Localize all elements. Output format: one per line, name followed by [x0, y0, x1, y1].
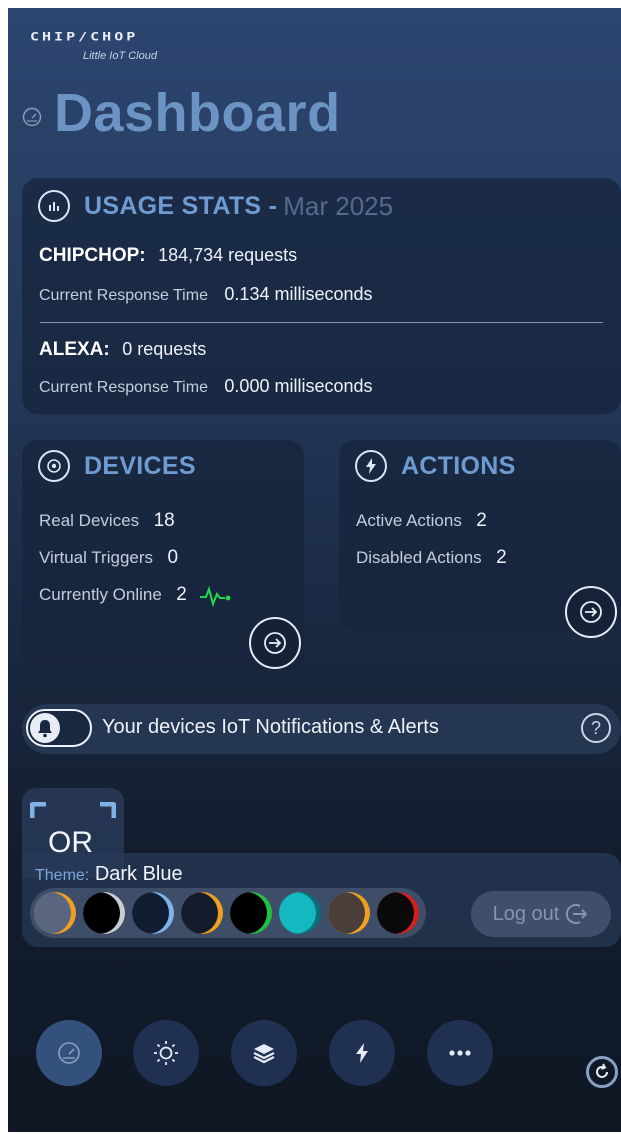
theme-swatch-base — [181, 892, 218, 934]
notifications-label: Your devices IoT Notifications & Alerts — [102, 716, 439, 738]
dashboard-gauge-icon — [58, 1042, 80, 1064]
chipchop-requests-value: 184,734 requests — [158, 245, 298, 265]
theme-swatch-base — [83, 892, 120, 934]
theme-swatch-navy-lightblue[interactable] — [132, 892, 174, 934]
notifications-bar: Your devices IoT Notifications & Alerts … — [22, 704, 621, 754]
active-actions-row: Active Actions 2 — [356, 510, 487, 532]
nav-dashboard-button[interactable] — [36, 1020, 102, 1086]
bell-icon — [30, 713, 60, 743]
nav-layers-button[interactable] — [231, 1020, 297, 1086]
disabled-actions-label: Disabled Actions — [356, 548, 482, 567]
devices-title: DEVICES — [84, 451, 196, 480]
active-actions-label: Active Actions — [356, 511, 462, 530]
bar-chart-icon — [38, 190, 70, 222]
nav-actions-button[interactable] — [329, 1020, 395, 1086]
arrow-right-icon — [264, 632, 286, 654]
theme-swatch-base — [279, 892, 316, 934]
virtual-triggers-row: Virtual Triggers 0 — [39, 547, 178, 569]
page-title: Dashboard — [54, 83, 341, 143]
currently-online-value: 2 — [176, 584, 187, 605]
pulse-icon — [200, 585, 231, 607]
chipchop-response-value: 0.134 milliseconds — [224, 284, 373, 304]
currently-online-label: Currently Online — [39, 585, 162, 604]
brand: CHIP/CHOP Little IoT Cloud — [30, 30, 230, 62]
brand-subtitle: Little IoT Cloud — [83, 50, 157, 62]
dashboard-gauge-icon — [22, 107, 42, 127]
nav-more-button[interactable] — [427, 1020, 493, 1086]
usage-stats-title: USAGE STATS - — [84, 191, 278, 220]
theme-label: Theme: — [35, 867, 90, 884]
theme-swatch-base — [34, 892, 71, 934]
page-header: Dashboard — [22, 82, 341, 144]
alexa-response-value: 0.000 milliseconds — [224, 376, 373, 396]
help-icon[interactable]: ? — [581, 713, 611, 743]
refresh-button[interactable] — [586, 1056, 618, 1088]
theme-swatch-base — [377, 892, 414, 934]
real-devices-label: Real Devices — [39, 511, 140, 530]
lightning-icon — [355, 450, 387, 482]
actions-header: ACTIONS — [355, 450, 516, 482]
actions-open-button[interactable] — [565, 586, 617, 638]
virtual-triggers-label: Virtual Triggers — [39, 548, 154, 567]
brand-logo: CHIP/CHOP — [30, 30, 139, 44]
alexa-requests-value: 0 requests — [122, 339, 207, 359]
alexa-response-label: Current Response Time — [39, 379, 208, 396]
chipchop-response-label: Current Response Time — [39, 287, 208, 304]
chipchop-response-row: Current Response Time 0.134 milliseconds — [39, 284, 373, 305]
usage-stats-card: USAGE STATS - Mar 2025 CHIPCHOP: 184,734… — [22, 178, 621, 414]
disabled-actions-value: 2 — [496, 547, 507, 568]
layers-icon — [253, 1044, 275, 1064]
theme-swatch-base — [132, 892, 169, 934]
alexa-response-row: Current Response Time 0.000 milliseconds — [39, 376, 373, 397]
theme-swatch-black-red[interactable] — [377, 892, 419, 934]
logout-label: Log out — [492, 902, 560, 925]
notifications-toggle[interactable] — [26, 709, 92, 747]
theme-value: Dark Blue — [94, 863, 183, 885]
usage-stats-header: USAGE STATS - Mar 2025 — [38, 190, 393, 222]
chip-icon — [38, 450, 70, 482]
theme-swatch-dark-blue[interactable] — [34, 892, 76, 934]
theme-card: Theme: Dark Blue Log out — [22, 853, 621, 947]
arrow-right-icon — [580, 601, 602, 623]
logout-button[interactable]: Log out — [471, 891, 611, 937]
more-dots-icon — [449, 1050, 471, 1056]
theme-swatch-bar — [30, 888, 426, 938]
sun-icon — [154, 1041, 178, 1065]
devices-card: DEVICES Real Devices 18 Virtual Triggers… — [22, 440, 304, 670]
active-actions-value: 2 — [476, 510, 487, 531]
chipchop-label: CHIPCHOP: — [39, 245, 146, 266]
virtual-triggers-value: 0 — [167, 547, 179, 568]
theme-row: Theme: Dark Blue — [35, 863, 183, 886]
theme-swatch-black-green[interactable] — [230, 892, 272, 934]
theme-swatch-black-white[interactable] — [83, 892, 125, 934]
currently-online-row: Currently Online 2 — [39, 584, 233, 607]
refresh-icon — [596, 1063, 608, 1078]
actions-title: ACTIONS — [401, 451, 516, 480]
nav-theme-button[interactable] — [133, 1020, 199, 1086]
lightning-icon — [356, 1043, 368, 1063]
theme-swatch-teal[interactable] — [279, 892, 321, 934]
devices-header: DEVICES — [38, 450, 196, 482]
theme-swatch-base — [230, 892, 267, 934]
theme-swatch-navy-orange[interactable] — [181, 892, 223, 934]
alexa-label: ALEXA: — [39, 339, 110, 360]
app-window: CHIP/CHOP Little IoT Cloud Dashboard USA… — [8, 8, 621, 1132]
real-devices-value: 18 — [153, 510, 175, 531]
theme-swatch-brown-orange[interactable] — [328, 892, 370, 934]
disabled-actions-row: Disabled Actions 2 — [356, 547, 507, 569]
alexa-requests-row: ALEXA: 0 requests — [39, 339, 206, 361]
usage-stats-period: Mar 2025 — [283, 190, 394, 221]
chipchop-requests-row: CHIPCHOP: 184,734 requests — [39, 245, 297, 267]
actions-card: ACTIONS Active Actions 2 Disabled Action… — [339, 440, 621, 638]
devices-open-button[interactable] — [249, 617, 301, 669]
logout-arrow-icon — [566, 904, 588, 924]
theme-swatch-base — [328, 892, 365, 934]
usage-divider — [40, 322, 603, 323]
real-devices-row: Real Devices 18 — [39, 510, 175, 532]
